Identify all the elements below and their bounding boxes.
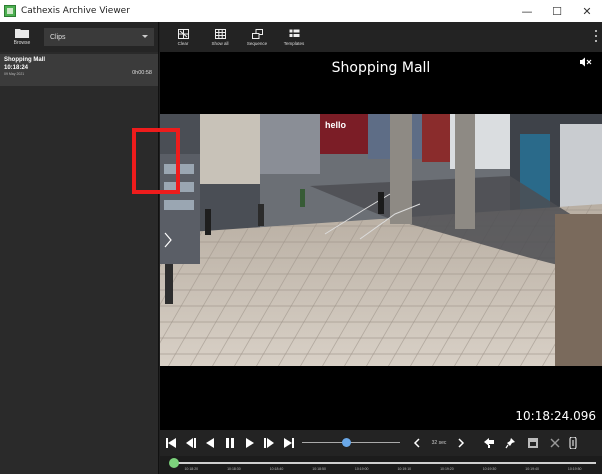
clip-duration: 0h00:58 (132, 70, 152, 76)
clips-panel-toolbar: Browse Clips (0, 22, 158, 52)
window-title: Cathexis Archive Viewer (21, 6, 130, 16)
grid-icon (214, 28, 226, 39)
timeline-playhead[interactable] (169, 458, 180, 468)
archive-viewer-window: Cathexis Archive Viewer — ☐ ✕ Browse Cli… (0, 0, 602, 474)
timeline-scrubber[interactable]: 10:18:20 10:18:30 10:18:40 10:18:50 10:19:00… (160, 456, 602, 474)
video-timestamp: 10:18:24.096 (513, 408, 598, 424)
play-button[interactable] (240, 435, 260, 451)
templates-icon (289, 29, 299, 37)
skip-end-icon (284, 438, 294, 448)
viewer-toolbar: Clear Show all Sequence Templates (160, 22, 602, 52)
close-player-button[interactable] (544, 435, 566, 451)
step-back-icon (186, 438, 196, 448)
chevron-down-icon (142, 35, 148, 38)
skip-to-end-button[interactable] (280, 435, 298, 451)
clips-dropdown[interactable]: Clips (44, 28, 154, 46)
export-button[interactable] (522, 435, 544, 451)
pause-icon (226, 438, 234, 448)
app-logo-icon (4, 5, 16, 17)
more-options-icon[interactable] (594, 30, 598, 42)
chevron-left-icon[interactable] (164, 232, 172, 248)
bookmark-button[interactable] (500, 435, 522, 451)
timeline-track (170, 462, 596, 464)
video-viewport[interactable]: Shopping Mall hello 10:18:24.096 (160, 52, 602, 430)
speed-label: 32 sec (431, 440, 447, 446)
title-bar: Cathexis Archive Viewer — ☐ ✕ (0, 0, 602, 22)
step-forward-button[interactable] (260, 435, 280, 451)
pin-icon (505, 438, 515, 449)
mute-icon[interactable] (580, 57, 592, 67)
timeline-tick-label: 10:18:40 (269, 467, 284, 471)
clear-button[interactable]: Clear (166, 23, 200, 51)
play-reverse-button[interactable] (200, 435, 220, 451)
close-icon (550, 438, 560, 448)
show-all-label: Show all (211, 40, 229, 46)
step-forward-icon (264, 438, 274, 448)
maximize-button[interactable]: ☐ (542, 0, 572, 22)
clips-panel: Browse Clips Shopping Mall 10:18:24 09 M… (0, 22, 159, 474)
step-back-button[interactable] (180, 435, 200, 451)
speed-slider[interactable] (302, 437, 400, 449)
skip-start-icon (166, 438, 176, 448)
timeline-tick-label: 10:18:30 (227, 467, 241, 471)
camera-video-frame: hello (160, 114, 602, 366)
timeline-tick-label: 10:19:10 (397, 467, 412, 471)
timeline-tick-label: 10:18:50 (312, 467, 326, 471)
timeline-tick-label: 10:19:00 (354, 467, 369, 471)
scroll-control-icon (569, 437, 577, 449)
speed-decrease-button[interactable] (408, 435, 426, 451)
chevron-left-icon (413, 438, 420, 448)
clip-title: Shopping Mall (4, 57, 45, 63)
timeline-tick-label: 10:19:20 (440, 467, 454, 471)
chevron-right-icon (458, 438, 465, 448)
svg-text:hello: hello (325, 120, 347, 130)
more-controls-icon[interactable] (566, 435, 580, 451)
highlight-box (132, 128, 180, 194)
sequence-button[interactable]: Sequence (240, 23, 274, 51)
timeline-tick-label: 10:19:50 (567, 467, 582, 471)
playback-controls: 32 sec (160, 430, 602, 456)
close-button[interactable]: ✕ (572, 0, 602, 22)
timeline-tick-label: 10:19:30 (482, 467, 497, 471)
camera-title: Shopping Mall (331, 60, 431, 76)
browse-label: Browse (13, 40, 31, 46)
timeline-tick-label: 10:19:40 (525, 467, 539, 471)
folder-icon (15, 29, 29, 38)
timeline-tick-label: 10:18:20 (184, 467, 199, 471)
minimize-button[interactable]: — (512, 0, 542, 22)
pause-button[interactable] (220, 435, 240, 451)
show-all-button[interactable]: Show all (203, 23, 237, 51)
skip-to-start-button[interactable] (162, 435, 180, 451)
clear-label: Clear (177, 40, 189, 46)
sequence-icon (251, 28, 263, 39)
templates-button[interactable]: Templates (277, 23, 311, 51)
bookmark-back-icon (484, 438, 494, 448)
browse-button[interactable]: Browse (6, 23, 38, 51)
speed-increase-button[interactable] (452, 435, 470, 451)
play-icon (246, 438, 254, 448)
export-icon (528, 438, 538, 448)
templates-label: Templates (283, 40, 305, 46)
play-reverse-icon (206, 438, 214, 448)
sequence-label: Sequence (246, 40, 268, 46)
previous-bookmark-button[interactable] (478, 435, 500, 451)
window-controls: — ☐ ✕ (512, 0, 602, 22)
clear-grid-icon (177, 28, 189, 39)
clips-dropdown-value: Clips (50, 33, 66, 41)
clip-list-item[interactable]: Shopping Mall 10:18:24 09 May 2021 0h00:… (0, 54, 158, 86)
speed-slider-thumb[interactable] (342, 438, 352, 447)
